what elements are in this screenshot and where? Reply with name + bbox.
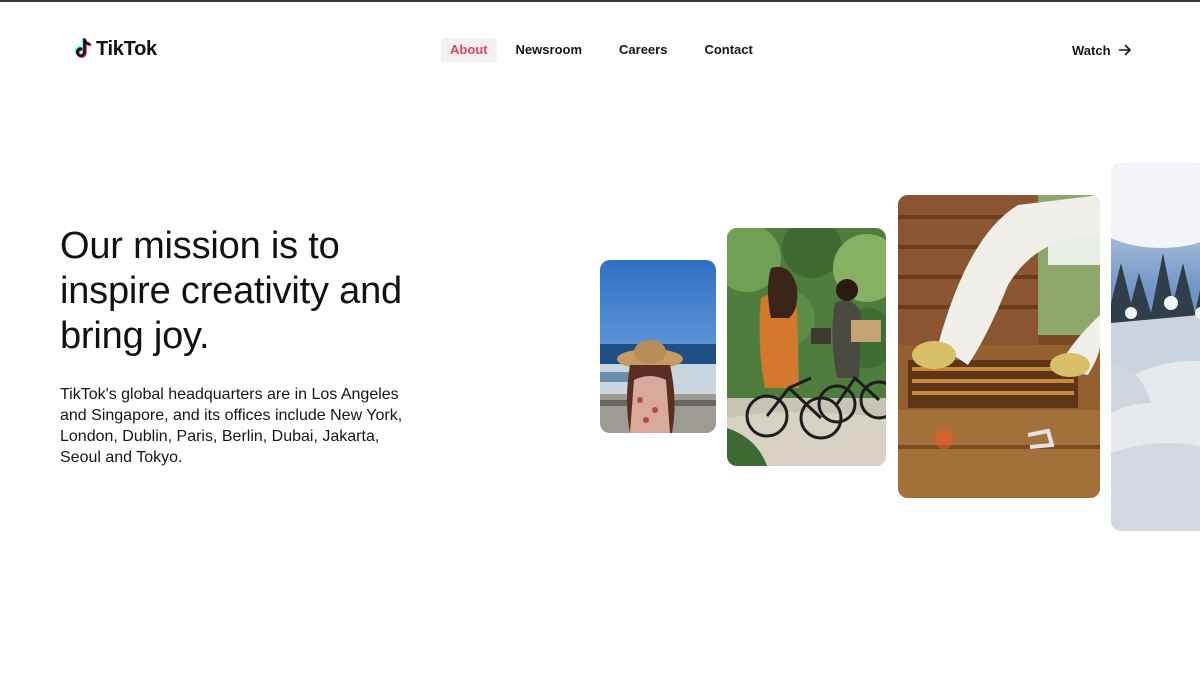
brand-name: TikTok [96, 38, 157, 60]
beekeeper-photo [898, 195, 1100, 498]
tiktok-logo[interactable]: TikTok [73, 37, 157, 60]
arrow-right-icon [1118, 43, 1132, 57]
watch-label: Watch [1072, 42, 1111, 58]
watch-link[interactable]: Watch [1072, 38, 1132, 62]
cyclists-photo [727, 228, 886, 466]
tiktok-note-icon [73, 37, 93, 60]
site-header: TikTok About Newsroom Careers Contact Wa… [0, 2, 1200, 92]
main-nav: About Newsroom Careers Contact [441, 38, 753, 62]
nav-item-careers[interactable]: Careers [619, 38, 667, 62]
mission-headline: Our mission is to inspire creativity and… [60, 225, 402, 357]
headquarters-description: TikTok's global headquarters are in Los … [60, 386, 403, 466]
nav-item-about[interactable]: About [441, 38, 497, 62]
beach-photo [600, 260, 716, 433]
nav-item-contact[interactable]: Contact [704, 38, 752, 62]
snow-slope-photo [1111, 163, 1200, 531]
nav-item-newsroom[interactable]: Newsroom [516, 38, 582, 62]
